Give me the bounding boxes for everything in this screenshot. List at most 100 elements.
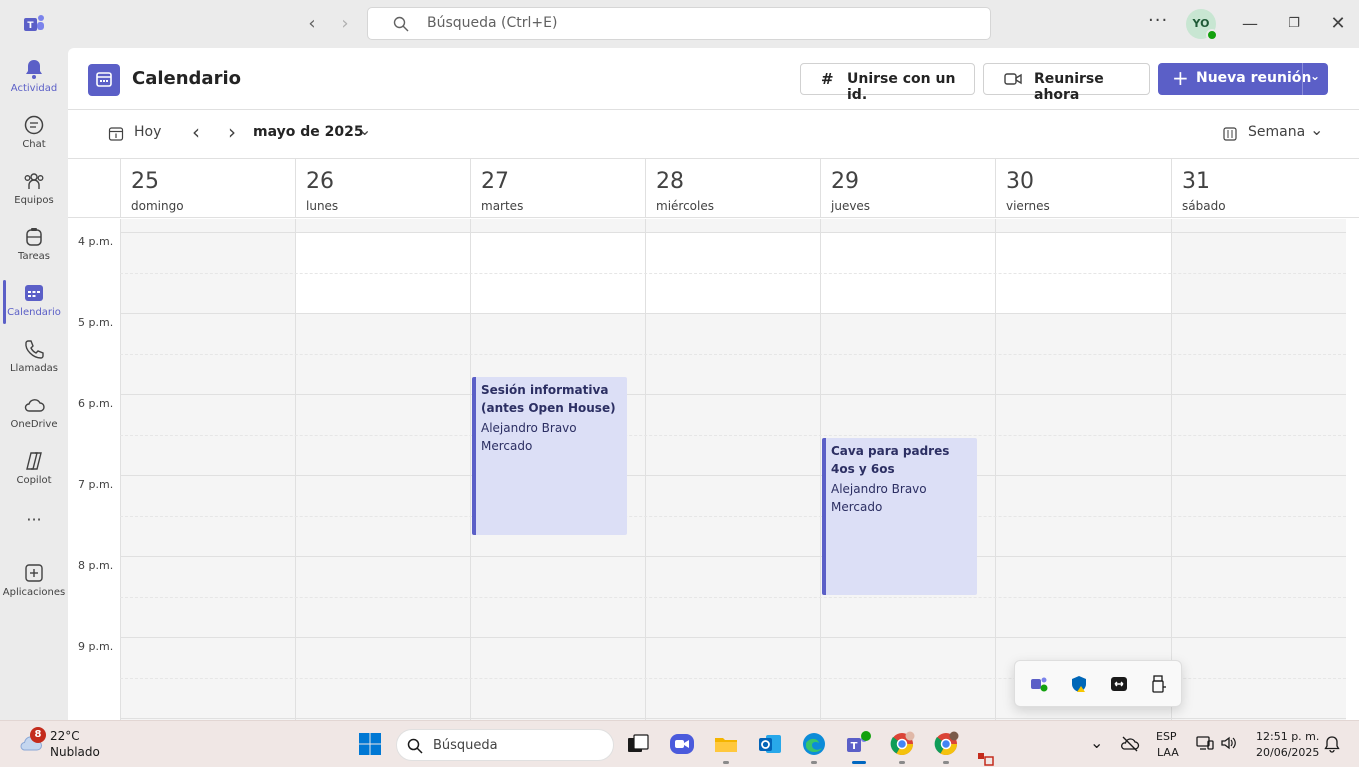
- presence-available-icon: [1206, 29, 1218, 41]
- rail-label: Aplicaciones: [2, 587, 66, 598]
- hour-label: 9 p.m.: [78, 640, 114, 653]
- rail-item-copilot[interactable]: Copilot: [0, 444, 68, 498]
- volume-icon[interactable]: [1220, 735, 1238, 751]
- zoom-icon[interactable]: [668, 730, 696, 758]
- clock-date[interactable]: 20/06/2025: [1256, 746, 1319, 759]
- minimize-icon[interactable]: —: [1238, 12, 1262, 36]
- day-number: 29: [831, 169, 859, 194]
- taskbar-search-input[interactable]: Búsqueda: [396, 729, 614, 761]
- network-icon[interactable]: [1196, 735, 1214, 751]
- calendar-event[interactable]: Sesión informativa (antes Open House) Al…: [472, 377, 627, 535]
- onedrive-offline-icon[interactable]: [1120, 735, 1140, 753]
- rail-item-equipos[interactable]: Equipos: [0, 164, 68, 218]
- calendar-icon: [25, 285, 43, 301]
- rail-label: Equipos: [14, 195, 54, 206]
- close-icon[interactable]: ✕: [1326, 12, 1350, 36]
- day-number: 25: [131, 169, 159, 194]
- calendar-event[interactable]: Cava para padres 4os y 6os Alejandro Bra…: [822, 438, 977, 595]
- day-column[interactable]: [120, 219, 295, 720]
- day-name: lunes: [306, 199, 339, 213]
- day-header[interactable]: 25 domingo: [120, 159, 295, 218]
- chrome-profile-icon[interactable]: [932, 730, 960, 758]
- day-header[interactable]: 30 viernes: [995, 159, 1170, 218]
- weather-description[interactable]: Nublado: [50, 745, 100, 759]
- task-view-icon[interactable]: [624, 730, 652, 758]
- day-header[interactable]: 29 jueves: [820, 159, 995, 218]
- event-organizer: Alejandro Bravo Mercado: [831, 482, 927, 514]
- forward-icon[interactable]: ›: [333, 12, 357, 36]
- plus-icon: +: [1172, 66, 1189, 90]
- rail-item-more[interactable]: ···: [0, 508, 68, 562]
- event-title: Sesión informativa (antes Open House): [481, 383, 616, 415]
- back-icon[interactable]: ‹: [300, 12, 324, 36]
- day-column[interactable]: [995, 219, 1170, 720]
- search-icon: [393, 16, 409, 32]
- video-camera-icon: [1004, 73, 1022, 85]
- day-header[interactable]: 31 sábado: [1171, 159, 1346, 218]
- weather-temperature[interactable]: 22°C: [50, 729, 80, 743]
- teams-tray-icon[interactable]: [1029, 674, 1049, 694]
- half-hour-line: [120, 273, 1346, 274]
- avatar[interactable]: YO: [1186, 9, 1218, 41]
- restore-icon[interactable]: ❐: [1282, 12, 1306, 36]
- day-header[interactable]: 26 lunes: [295, 159, 470, 218]
- tray-overflow-popup: [1014, 660, 1182, 707]
- rail-item-tareas[interactable]: Tareas: [0, 220, 68, 274]
- rail-item-llamadas[interactable]: Llamadas: [0, 332, 68, 386]
- day-number: 31: [1182, 169, 1210, 194]
- running-indicator: [899, 761, 905, 764]
- outlook-icon[interactable]: [756, 730, 784, 758]
- day-column[interactable]: [645, 219, 820, 720]
- day-column[interactable]: [295, 219, 470, 720]
- chrome-profile-icon[interactable]: [888, 730, 916, 758]
- cloud-icon: [24, 399, 45, 412]
- today-calendar-icon: [108, 127, 124, 141]
- file-explorer-icon[interactable]: [712, 730, 740, 758]
- rail-item-aplicaciones[interactable]: Aplicaciones: [0, 556, 68, 610]
- day-name: sábado: [1182, 199, 1226, 213]
- clock-time[interactable]: 12:51 p. m.: [1256, 730, 1319, 743]
- hour-label: 8 p.m.: [78, 559, 114, 572]
- day-header[interactable]: 28 miércoles: [645, 159, 820, 218]
- rail-item-calendario[interactable]: Calendario: [0, 276, 68, 330]
- previous-week-icon[interactable]: ‹: [192, 120, 200, 144]
- tray-overflow-chevron-icon[interactable]: ⌄: [1090, 733, 1103, 752]
- hour-line: [120, 718, 1346, 719]
- snipping-tool-icon[interactable]: [976, 751, 996, 767]
- hour-line: [120, 232, 1346, 233]
- edge-browser-icon[interactable]: [800, 730, 828, 758]
- defender-shield-icon[interactable]: [1069, 674, 1089, 694]
- hour-line: [120, 475, 1346, 476]
- view-chevron-down-icon[interactable]: ⌄: [1310, 120, 1323, 139]
- today-button[interactable]: Hoy: [134, 124, 161, 140]
- rail-label: OneDrive: [10, 419, 58, 430]
- rail-item-chat[interactable]: Chat: [0, 108, 68, 162]
- hour-line: [120, 637, 1346, 638]
- keyboard-layout[interactable]: LAA: [1157, 746, 1179, 759]
- remote-desktop-icon[interactable]: [1109, 674, 1129, 694]
- next-week-icon[interactable]: ›: [228, 120, 236, 144]
- join-with-id-button[interactable]: # Unirse con un id.: [800, 63, 975, 103]
- rail-item-actividad[interactable]: Actividad: [0, 52, 68, 106]
- new-meeting-label: Nueva reunión: [1196, 70, 1312, 86]
- search-input[interactable]: Búsqueda (Ctrl+E): [367, 7, 991, 40]
- day-number: 26: [306, 169, 334, 194]
- language-code[interactable]: ESP: [1156, 730, 1177, 743]
- meet-now-button[interactable]: Reunirse ahora: [983, 63, 1150, 103]
- teams-taskbar-icon[interactable]: T: [844, 730, 872, 758]
- new-meeting-button[interactable]: + Nueva reunión ⌄: [1158, 63, 1328, 95]
- windows-start-icon[interactable]: [356, 730, 384, 758]
- month-chevron-down-icon[interactable]: ⌄: [358, 120, 371, 139]
- rail-item-onedrive[interactable]: OneDrive: [0, 388, 68, 442]
- view-selector[interactable]: Semana: [1248, 124, 1305, 140]
- half-hour-line: [120, 435, 1346, 436]
- day-header[interactable]: 27 martes: [470, 159, 645, 218]
- notification-bell-icon[interactable]: [1324, 735, 1340, 753]
- month-label[interactable]: mayo de 2025: [253, 124, 364, 140]
- add-apps-icon: [25, 564, 43, 582]
- chevron-down-icon[interactable]: ⌄: [1310, 69, 1320, 83]
- more-options-icon[interactable]: ···: [1148, 10, 1168, 31]
- day-name: martes: [481, 199, 524, 213]
- day-column[interactable]: [1171, 219, 1346, 720]
- usb-eject-icon[interactable]: [1149, 674, 1169, 694]
